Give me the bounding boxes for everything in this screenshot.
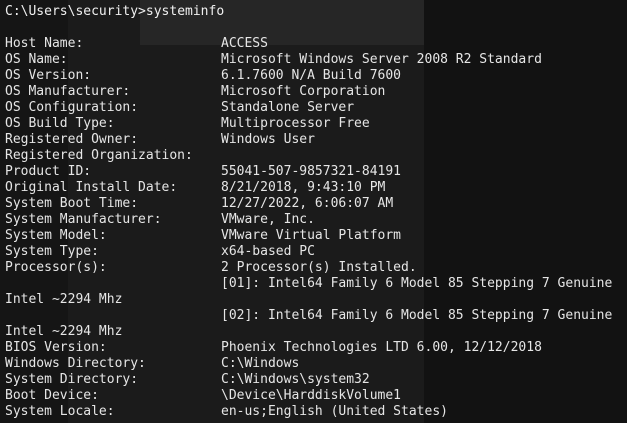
info-value: Microsoft Corporation [221, 84, 386, 99]
info-key: Processor(s): [5, 260, 107, 275]
prompt-path: C:\Users\security> [5, 4, 146, 19]
info-value: x64-based PC [221, 244, 315, 259]
info-key: OS Build Type: [5, 116, 115, 131]
info-value: ACCESS [221, 36, 268, 51]
info-key: Boot Device: [5, 388, 99, 403]
info-value: Phoenix Technologies LTD 6.00, 12/12/201… [221, 340, 542, 355]
info-value: C:\Windows [221, 356, 300, 371]
processor-row: [01]: Intel64 Family 6 Model 85 Stepping… [5, 276, 627, 292]
info-key: OS Configuration: [5, 100, 139, 115]
info-value: VMware, Inc. [221, 212, 315, 227]
info-row: Registered Organization: [5, 148, 627, 164]
info-value: 8/21/2018, 9:43:10 PM [221, 180, 386, 195]
processor-wrap-row: Intel ~2294 Mhz [5, 292, 123, 307]
processor-wrap-row: Intel ~2294 Mhz [5, 324, 123, 339]
info-key: System Locale: [5, 404, 115, 419]
info-row: System Locale: en-us;English (United Stat… [5, 404, 627, 420]
info-key: Registered Organization: [5, 148, 193, 163]
info-row: BIOS Version: Phoenix Technologies LTD 6.… [5, 340, 627, 356]
info-row: System Directory: C:\Windows\system32 [5, 372, 627, 388]
info-row: Registered Owner: Windows User [5, 132, 627, 148]
info-value: VMware Virtual Platform [221, 228, 402, 243]
info-value: Standalone Server [221, 100, 355, 115]
info-value: 55041-507-9857321-84191 [221, 164, 402, 179]
info-key: System Directory: [5, 372, 139, 387]
info-value: C:\Windows\system32 [221, 372, 370, 387]
info-row: System Type: x64-based PC [5, 244, 627, 260]
info-key: System Model: [5, 228, 107, 243]
processor-line: [02]: Intel64 Family 6 Model 85 Stepping… [221, 308, 613, 323]
info-key: System Boot Time: [5, 196, 139, 211]
info-row: OS Manufacturer: Microsoft Corporation [5, 84, 627, 100]
info-row: OS Version: 6.1.7600 N/A Build 7600 [5, 68, 627, 84]
processor-row: [02]: Intel64 Family 6 Model 85 Stepping… [5, 308, 627, 324]
command-prompt-line: C:\Users\security>systeminfo [5, 4, 627, 20]
info-key: Windows Directory: [5, 356, 146, 371]
info-key: OS Version: [5, 68, 92, 83]
info-row: Windows Directory: C:\Windows [5, 356, 627, 372]
info-row: System Model: VMware Virtual Platform [5, 228, 627, 244]
info-row: OS Name: Microsoft Windows Server 2008 R2… [5, 52, 627, 68]
info-value: \Device\HarddiskVolume1 [221, 388, 402, 403]
command-text: systeminfo [145, 4, 225, 19]
info-key: OS Name: [5, 52, 68, 67]
systeminfo-rows-continued: BIOS Version: Phoenix Technologies LTD 6.… [5, 340, 627, 420]
systeminfo-rows: Host Name: ACCESS OS Name: Microsoft Window… [5, 36, 627, 276]
info-value: Windows User [221, 132, 315, 147]
info-key: System Type: [5, 244, 99, 259]
processor-line: [01]: Intel64 Family 6 Model 85 Stepping… [221, 276, 613, 291]
info-key: Original Install Date: [5, 180, 178, 195]
processor-list: [01]: Intel64 Family 6 Model 85 Stepping… [5, 276, 627, 340]
info-value: en-us;English (United States) [221, 404, 448, 419]
info-value: Multiprocessor Free [221, 116, 370, 131]
info-key: Product ID: [5, 164, 92, 179]
info-row: System Manufacturer: VMware, Inc. [5, 212, 627, 228]
info-value: 12/27/2022, 6:06:07 AM [221, 196, 394, 211]
info-row: Product ID: 55041-507-9857321-84191 [5, 164, 627, 180]
info-value: 6.1.7600 N/A Build 7600 [221, 68, 402, 83]
info-row: OS Build Type: Multiprocessor Free [5, 116, 627, 132]
info-key: System Manufacturer: [5, 212, 162, 227]
info-row: System Boot Time: 12/27/2022, 6:06:07 AM [5, 196, 627, 212]
info-value: 2 Processor(s) Installed. [221, 260, 417, 275]
info-key: Host Name: [5, 36, 84, 51]
info-key: OS Manufacturer: [5, 84, 131, 99]
info-row: Host Name: ACCESS [5, 36, 627, 52]
info-key: BIOS Version: [5, 340, 107, 355]
terminal-window[interactable]: C:\Users\security>systeminfo Host Name: A… [0, 0, 627, 423]
info-key: Registered Owner: [5, 132, 139, 147]
info-row: Original Install Date: 8/21/2018, 9:43:10… [5, 180, 627, 196]
info-row: OS Configuration: Standalone Server [5, 100, 627, 116]
info-row: Processor(s): 2 Processor(s) Installed. [5, 260, 627, 276]
info-value: Microsoft Windows Server 2008 R2 Standar… [221, 52, 542, 67]
info-row: Boot Device: \Device\HarddiskVolume1 [5, 388, 627, 404]
terminal-output: C:\Users\security>systeminfo Host Name: A… [5, 4, 627, 420]
